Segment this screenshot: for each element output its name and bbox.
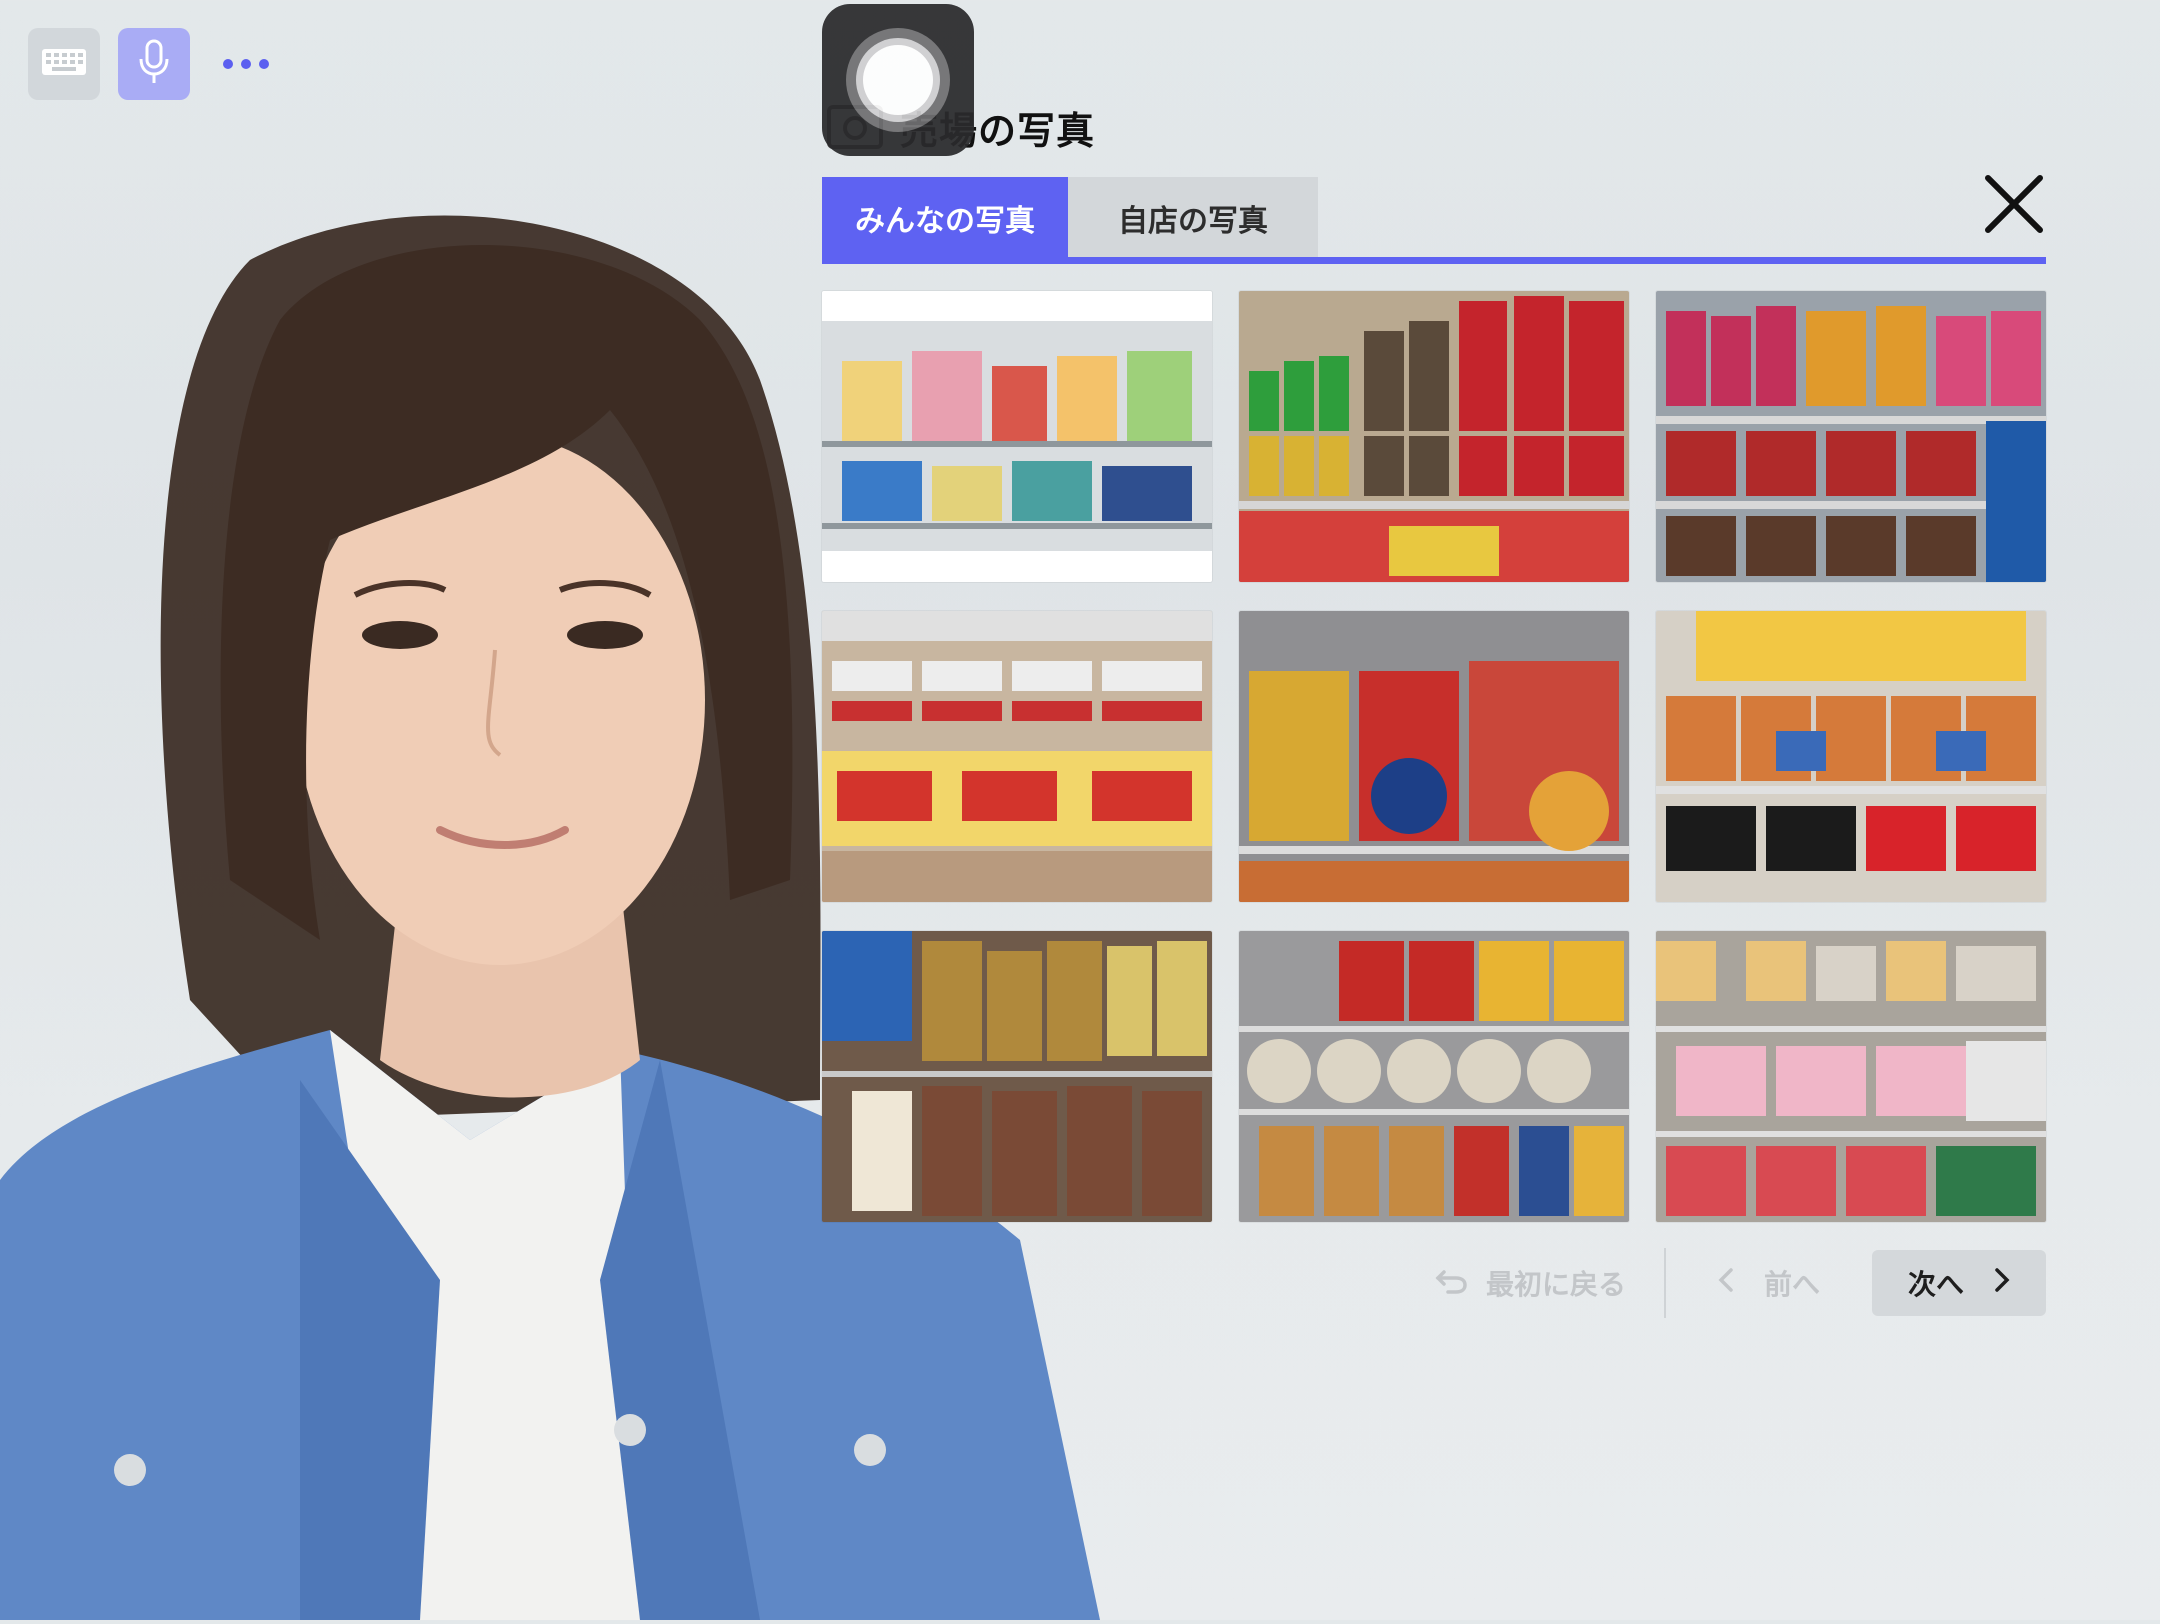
previous-button[interactable]: 前へ: [1672, 1250, 1866, 1316]
pager-divider: [1664, 1248, 1666, 1318]
photo-tabs: みんなの写真 自店の写真: [822, 177, 1318, 259]
photo-2[interactable]: [1239, 291, 1629, 582]
tab-underline: [822, 257, 2046, 264]
tab-own-store-photos[interactable]: 自店の写真: [1068, 177, 1318, 259]
photo-grid: [822, 291, 2046, 1222]
microphone-icon: [137, 39, 171, 89]
chevron-left-icon: [1718, 1267, 1734, 1300]
assistive-touch-button[interactable]: [822, 4, 974, 156]
photo-3[interactable]: [1656, 291, 2046, 582]
more-button[interactable]: [218, 46, 274, 82]
tab-everyone-photos[interactable]: みんなの写真: [822, 177, 1068, 259]
photo-9[interactable]: [1656, 931, 2046, 1222]
keyboard-button[interactable]: [28, 28, 100, 100]
close-button[interactable]: [1982, 172, 2046, 236]
previous-label: 前へ: [1763, 1268, 1820, 1301]
back-to-first-button[interactable]: 最初に戻る: [1400, 1250, 1660, 1316]
microphone-button[interactable]: [118, 28, 190, 100]
ellipsis-icon: [223, 59, 269, 69]
undo-icon: [1434, 1266, 1468, 1301]
back-to-first-label: 最初に戻る: [1485, 1268, 1626, 1301]
chevron-right-icon: [1994, 1267, 2010, 1300]
photo-5[interactable]: [1239, 611, 1629, 902]
photo-6[interactable]: [1656, 611, 2046, 902]
keyboard-icon: [41, 48, 87, 80]
photo-4[interactable]: [822, 611, 1212, 902]
photo-1[interactable]: [822, 291, 1212, 582]
close-icon: [1982, 175, 2046, 240]
next-label: 次へ: [1907, 1268, 1964, 1301]
next-button[interactable]: 次へ: [1872, 1250, 2046, 1316]
photo-7[interactable]: [822, 931, 1212, 1222]
photo-8[interactable]: [1239, 931, 1629, 1222]
